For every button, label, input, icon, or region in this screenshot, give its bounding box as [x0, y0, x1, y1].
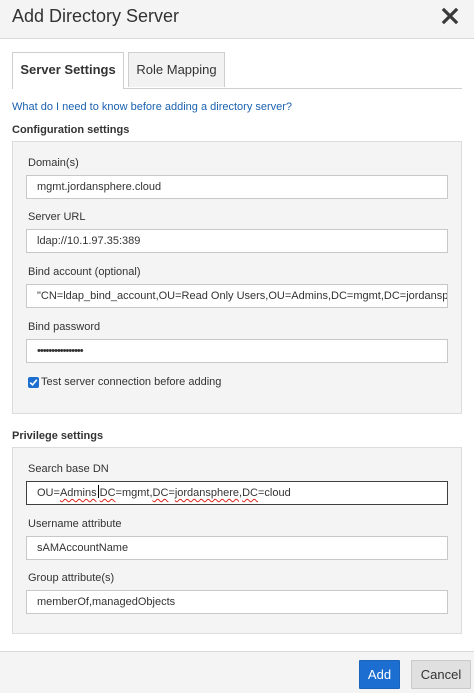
tab-role-mapping[interactable]: Role Mapping: [128, 52, 225, 87]
add-directory-server-dialog: Add Directory Server Server Settings Rol…: [0, 0, 474, 693]
dn-part: OU=: [37, 487, 60, 499]
dn-part: DC: [242, 487, 258, 499]
cancel-button[interactable]: Cancel: [411, 660, 471, 689]
text-caret: [97, 485, 99, 498]
test-connection-label: Test server connection before adding: [41, 376, 222, 388]
domains-input[interactable]: mgmt.jordansphere.cloud: [26, 175, 448, 199]
dialog-footer: Add Cancel: [0, 651, 474, 693]
username-attribute-input[interactable]: sAMAccountName: [26, 536, 448, 560]
dialog-header: Add Directory Server: [0, 0, 474, 39]
group-attributes-input[interactable]: memberOf,managedObjects: [26, 590, 448, 614]
tab-server-settings[interactable]: Server Settings: [12, 52, 124, 89]
search-base-dn-label: Search base DN: [28, 463, 109, 475]
bind-password-label: Bind password: [28, 321, 101, 333]
help-link[interactable]: What do I need to know before adding a d…: [12, 101, 292, 113]
tab-bar: Server Settings Role Mapping: [12, 52, 462, 89]
close-icon[interactable]: [440, 6, 460, 26]
add-button[interactable]: Add: [359, 660, 400, 689]
dn-part: =cloud: [258, 487, 291, 499]
server-url-input[interactable]: ldap://10.1.97.35:389: [26, 229, 448, 253]
username-attribute-label: Username attribute: [28, 518, 122, 530]
test-connection-checkbox[interactable]: [28, 377, 39, 388]
dn-part: jordansphere: [174, 487, 240, 499]
bind-account-input[interactable]: "CN=ldap_bind_account,OU=Read Only Users…: [26, 284, 448, 308]
dn-part: Admins: [59, 487, 97, 499]
group-attributes-label: Group attribute(s): [28, 572, 115, 584]
server-url-label: Server URL: [28, 211, 86, 223]
search-base-dn-input[interactable]: OU=Admins DC=mgmt,DC=jordansphere,DC=clou…: [26, 481, 448, 505]
dn-part: DC: [99, 487, 116, 499]
domains-label: Domain(s): [28, 157, 79, 169]
dn-part: DC: [152, 487, 169, 499]
bind-password-input[interactable]: ••••••••••••••••: [26, 339, 448, 363]
dn-part: =mgmt,: [115, 487, 153, 499]
configuration-settings-heading: Configuration settings: [12, 124, 130, 136]
bind-account-label: Bind account (optional): [28, 266, 141, 278]
dialog-title: Add Directory Server: [12, 6, 180, 26]
privilege-settings-heading: Privilege settings: [12, 430, 104, 442]
